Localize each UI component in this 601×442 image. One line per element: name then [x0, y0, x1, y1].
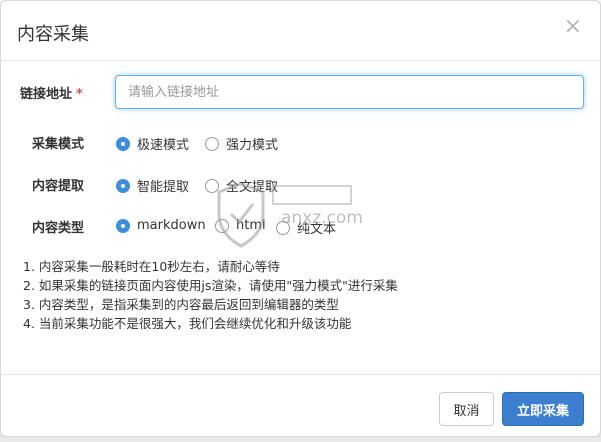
- radio-extract-full-label: 全文提取: [226, 180, 279, 195]
- content-collect-dialog: 内容采集 × 链接地址* 采集模式 极速模式 强力模式 内容提取 智能提取 全文…: [0, 0, 601, 437]
- content-type-label: 内容类型: [32, 221, 85, 236]
- radio-type-plaintext[interactable]: 纯文本: [276, 218, 336, 237]
- url-row: 链接地址 *: [1, 75, 600, 109]
- radio-checked-icon: [116, 218, 130, 233]
- mode-label: 采集模式: [32, 137, 85, 152]
- url-input[interactable]: [115, 75, 584, 109]
- cancel-button[interactable]: 取消: [439, 392, 494, 426]
- note-item: 1. 内容采集一般耗时在10秒左右，请耐心等待: [23, 259, 280, 274]
- background-strip: [0, 437, 601, 442]
- url-label: 链接地址 *: [20, 83, 83, 102]
- radio-extract-smart-label: 智能提取: [137, 180, 190, 195]
- radio-type-plaintext-label: 纯文本: [297, 222, 337, 237]
- radio-type-markdown-label: markdown: [137, 218, 206, 233]
- radio-mode-fast-label: 极速模式: [137, 138, 190, 153]
- close-icon[interactable]: ×: [564, 16, 582, 38]
- collect-now-button[interactable]: 立即采集: [502, 392, 584, 426]
- url-label-text: 链接地址: [20, 87, 73, 102]
- radio-extract-smart[interactable]: 智能提取: [116, 176, 189, 195]
- mode-row: 采集模式 极速模式 强力模式: [1, 125, 600, 159]
- content-type-row: 内容类型 markdown html 纯文本: [1, 209, 600, 243]
- radio-unchecked-icon: [205, 136, 219, 151]
- radio-mode-fast[interactable]: 极速模式: [116, 134, 189, 153]
- dialog-header: 内容采集 ×: [1, 1, 600, 61]
- required-mark: *: [76, 87, 83, 102]
- radio-type-html[interactable]: html: [215, 218, 266, 233]
- extract-label: 内容提取: [32, 179, 85, 194]
- note-item: 3. 内容类型，是指采集到的内容最后返回到编辑器的类型: [23, 297, 339, 312]
- radio-checked-icon: [116, 136, 130, 151]
- radio-checked-icon: [116, 178, 130, 193]
- note-item: 4. 当前采集功能不是很强大，我们会继续优化和升级该功能: [23, 316, 352, 331]
- dialog-footer: 取消 立即采集: [1, 374, 600, 436]
- radio-unchecked-icon: [215, 218, 229, 233]
- radio-extract-full[interactable]: 全文提取: [205, 176, 278, 195]
- radio-type-html-label: html: [236, 218, 266, 233]
- radio-mode-strong-label: 强力模式: [226, 138, 279, 153]
- note-item: 2. 如果采集的链接页面内容使用js渲染，请使用"强力模式"进行采集: [23, 278, 398, 293]
- extract-row: 内容提取 智能提取 全文提取: [1, 167, 600, 201]
- dialog-title: 内容采集: [17, 24, 89, 45]
- radio-type-markdown[interactable]: markdown: [116, 218, 206, 233]
- radio-unchecked-icon: [276, 220, 290, 235]
- radio-mode-strong[interactable]: 强力模式: [205, 134, 278, 153]
- help-notes: 1. 内容采集一般耗时在10秒左右，请耐心等待 2. 如果采集的链接页面内容使用…: [23, 257, 583, 333]
- radio-unchecked-icon: [205, 178, 219, 193]
